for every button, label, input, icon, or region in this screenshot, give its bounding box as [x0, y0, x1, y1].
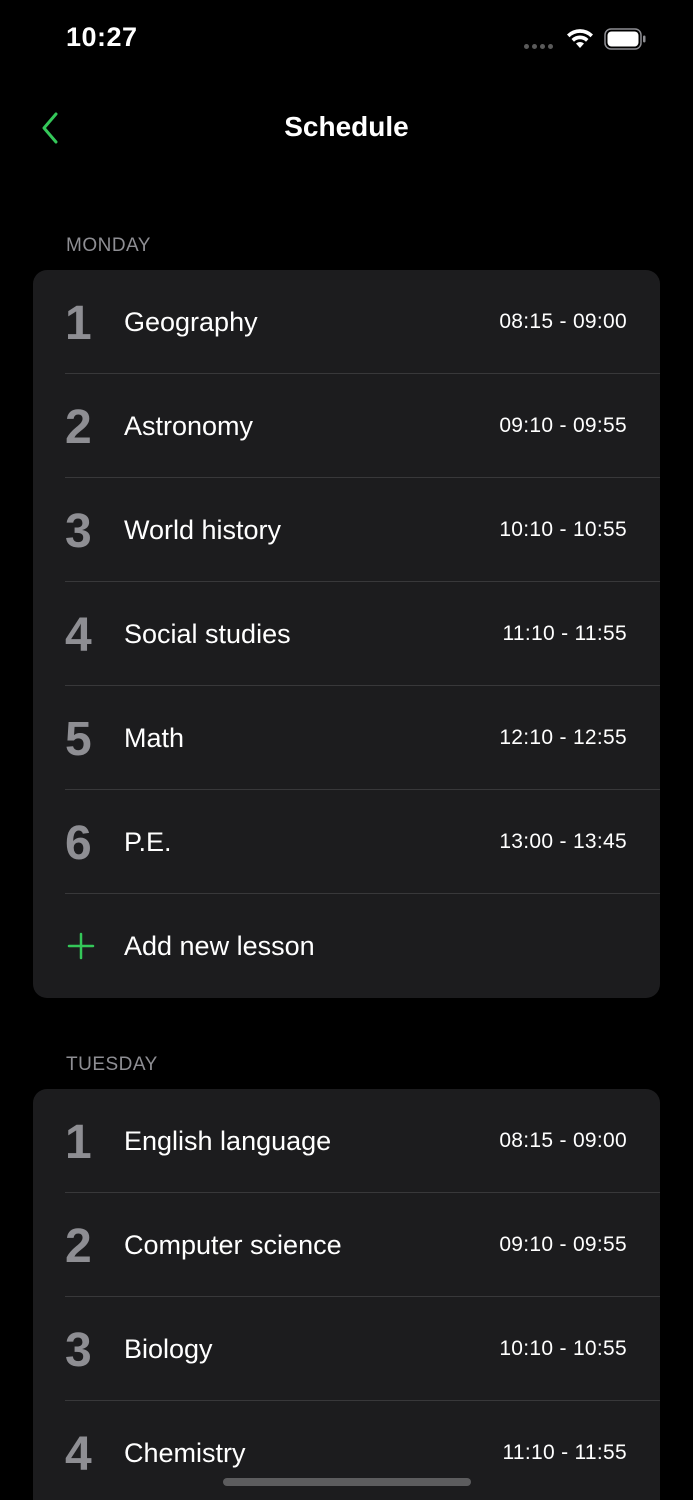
lesson-name: Chemistry — [124, 1438, 246, 1468]
lesson-time: 08:15 - 09:00 — [499, 310, 627, 333]
lesson-row[interactable]: 3 Biology 10:10 - 10:55 — [33, 1297, 660, 1401]
lesson-time: 12:10 - 12:55 — [499, 726, 627, 749]
lesson-number: 5 — [65, 713, 92, 766]
lesson-number: 6 — [65, 817, 92, 870]
lesson-name: World history — [124, 515, 282, 545]
lesson-row[interactable]: 6 P.E. 13:00 - 13:45 — [33, 790, 660, 894]
battery-icon — [604, 28, 646, 50]
lesson-time: 09:10 - 09:55 — [499, 414, 627, 437]
section-header-monday: MONDAY — [66, 235, 151, 256]
lesson-name: Computer science — [124, 1230, 342, 1260]
lesson-name: Astronomy — [124, 411, 254, 441]
status-bar: 10:27 — [0, 0, 693, 80]
lesson-number: 4 — [65, 1428, 92, 1481]
page-title: Schedule — [284, 111, 409, 142]
lesson-row[interactable]: 4 Social studies 11:10 - 11:55 — [33, 582, 660, 686]
home-indicator[interactable] — [223, 1478, 471, 1486]
lesson-number: 1 — [65, 1116, 92, 1169]
lesson-name: Geography — [124, 307, 258, 337]
cellular-signal-icon — [524, 44, 553, 49]
navigation-bar: Schedule — [0, 95, 693, 161]
lesson-row[interactable]: 2 Astronomy 09:10 - 09:55 — [33, 374, 660, 478]
lesson-number: 1 — [65, 297, 92, 350]
lesson-number: 4 — [65, 609, 92, 662]
lesson-row[interactable]: 5 Math 12:10 - 12:55 — [33, 686, 660, 790]
lesson-row[interactable]: 1 Geography 08:15 - 09:00 — [33, 270, 660, 374]
lesson-time: 13:00 - 13:45 — [499, 830, 627, 853]
lesson-time: 08:15 - 09:00 — [499, 1129, 627, 1152]
section-header-tuesday: TUESDAY — [66, 1054, 158, 1075]
add-lesson-button[interactable]: Add new lesson — [33, 894, 660, 998]
wifi-icon — [567, 29, 593, 48]
lesson-time: 10:10 - 10:55 — [499, 518, 627, 541]
lesson-number: 2 — [65, 1220, 92, 1273]
add-lesson-label: Add new lesson — [124, 931, 315, 961]
lesson-row[interactable]: 2 Computer science 09:10 - 09:55 — [33, 1193, 660, 1297]
lesson-time: 11:10 - 11:55 — [502, 1441, 627, 1464]
lesson-time: 11:10 - 11:55 — [502, 622, 627, 645]
schedule-card-tuesday: 1 English language 08:15 - 09:00 2 Compu… — [33, 1089, 660, 1500]
lesson-row[interactable]: 3 World history 10:10 - 10:55 — [33, 478, 660, 582]
lesson-name: Social studies — [124, 619, 291, 649]
schedule-card-monday: 1 Geography 08:15 - 09:00 2 Astronomy 09… — [33, 270, 660, 998]
lesson-name: P.E. — [124, 827, 172, 857]
lesson-number: 3 — [65, 1324, 92, 1377]
lesson-name: English language — [124, 1126, 332, 1156]
plus-icon — [67, 932, 95, 960]
lesson-time: 10:10 - 10:55 — [499, 1337, 627, 1360]
lesson-time: 09:10 - 09:55 — [499, 1233, 627, 1256]
lesson-number: 3 — [65, 505, 92, 558]
lesson-name: Math — [124, 723, 185, 753]
lesson-number: 2 — [65, 401, 92, 454]
status-time: 10:27 — [66, 22, 138, 52]
lesson-name: Biology — [124, 1334, 213, 1364]
lesson-row[interactable]: 1 English language 08:15 - 09:00 — [33, 1089, 660, 1193]
